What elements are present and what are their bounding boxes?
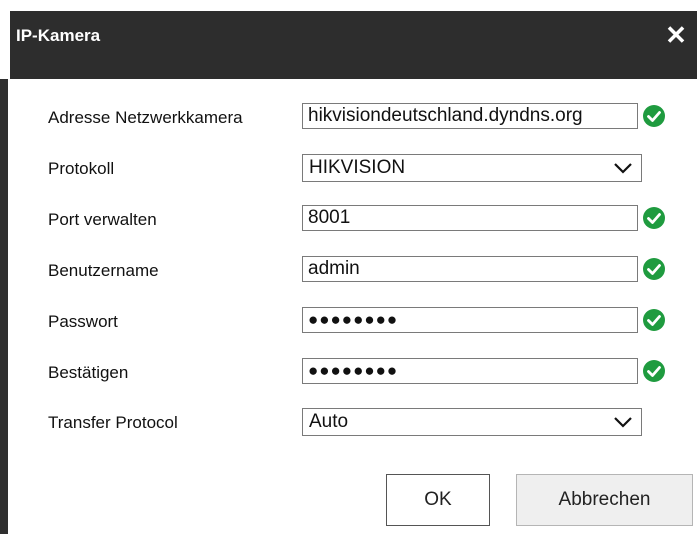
transfer-protocol-row: Transfer Protocol Auto <box>0 406 697 440</box>
ok-button[interactable]: OK <box>386 474 490 526</box>
confirm-password-input[interactable] <box>302 358 638 384</box>
confirm-label: Bestätigen <box>48 363 129 382</box>
transfer-protocol-select[interactable]: Auto <box>302 408 642 436</box>
password-row: Passwort <box>0 305 697 339</box>
dialog-title: IP-Kamera <box>16 26 101 45</box>
address-valid-check-icon <box>643 105 665 127</box>
port-input[interactable] <box>302 205 638 231</box>
username-input[interactable] <box>302 256 638 282</box>
password-label: Passwort <box>48 312 118 331</box>
address-row: Adresse Netzwerkkamera <box>0 101 697 135</box>
confirm-row: Bestätigen <box>0 356 697 390</box>
password-valid-check-icon <box>643 309 665 331</box>
protocol-selected-value: HIKVISION <box>309 157 406 178</box>
transfer-protocol-label: Transfer Protocol <box>48 413 178 432</box>
transfer-protocol-selected-value: Auto <box>309 411 349 432</box>
username-label: Benutzername <box>48 261 159 280</box>
password-input[interactable] <box>302 307 638 333</box>
titlebar-background <box>10 11 697 79</box>
address-input[interactable] <box>302 103 638 129</box>
dialog-titlebar: IP-Kamera ✕ <box>0 0 697 79</box>
chevron-down-icon <box>614 163 632 174</box>
protocol-select[interactable]: HIKVISION <box>302 154 642 182</box>
cancel-button[interactable]: Abbrechen <box>516 474 693 526</box>
confirm-valid-check-icon <box>643 360 665 382</box>
username-row: Benutzername <box>0 254 697 288</box>
username-valid-check-icon <box>643 258 665 280</box>
port-row: Port verwalten <box>0 203 697 237</box>
chevron-down-icon <box>614 417 632 428</box>
port-label: Port verwalten <box>48 210 157 229</box>
close-icon: ✕ <box>665 20 687 50</box>
ip-camera-dialog: IP-Kamera ✕ Adresse Netzwerkkamera Proto… <box>0 0 697 534</box>
protocol-row: Protokoll HIKVISION <box>0 152 697 186</box>
close-button[interactable]: ✕ <box>661 20 691 50</box>
address-label: Adresse Netzwerkkamera <box>48 108 243 127</box>
port-valid-check-icon <box>643 207 665 229</box>
protocol-label: Protokoll <box>48 159 115 178</box>
